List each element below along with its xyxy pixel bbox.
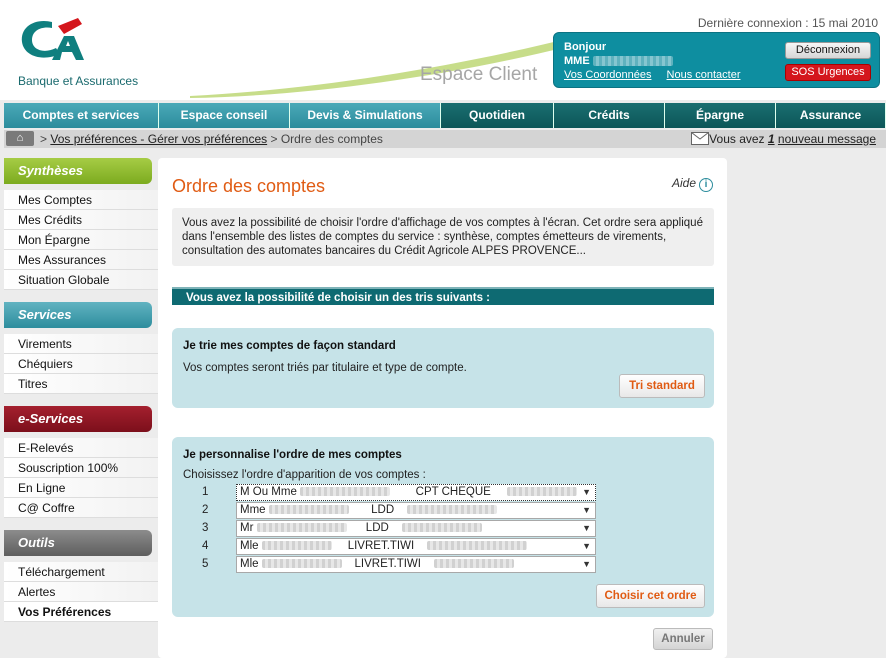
tri-standard-button[interactable]: Tri standard: [619, 374, 705, 398]
main-content: Ordre des comptes Aide i Vous avez la pos…: [158, 158, 727, 658]
sidebar-item-coffre[interactable]: C@ Coffre: [4, 498, 158, 518]
sos-urgences-button[interactable]: SOS Urgences: [785, 64, 871, 81]
sidebar-item-e-releves[interactable]: E-Relevés: [4, 438, 158, 458]
order-row: 3 Mr LDD ▼: [202, 520, 602, 537]
order-row: 1 M Ou Mme CPT CHEQUE ▼: [202, 484, 602, 501]
breadcrumb-link-preferences[interactable]: Vos préférences - Gérer vos préférences: [50, 132, 267, 146]
brand-subtitle: Banque et Assurances: [18, 74, 139, 88]
nav-quotidien[interactable]: Quotidien: [441, 103, 554, 128]
account-select[interactable]: Mle LIVRET.TIWI ▼: [236, 538, 596, 555]
standard-sort-panel: Je trie mes comptes de façon standard Vo…: [172, 328, 714, 408]
chevron-down-icon: ▼: [582, 541, 591, 551]
home-icon[interactable]: ⌂: [6, 131, 34, 146]
sidebar-item-telechargement[interactable]: Téléchargement: [4, 562, 158, 582]
sidebar-head-services[interactable]: Services: [4, 302, 152, 328]
envelope-icon: [691, 132, 709, 145]
sidebar-item-en-ligne[interactable]: En Ligne: [4, 478, 158, 498]
order-row: 5 Mle LIVRET.TIWI ▼: [202, 556, 602, 573]
user-name: MME: [564, 55, 673, 67]
link-nous-contacter[interactable]: Nous contacter: [667, 69, 741, 81]
nav-espace-conseil[interactable]: Espace conseil: [159, 103, 290, 128]
order-row: 2 Mme LDD ▼: [202, 502, 602, 519]
sidebar-item-souscription[interactable]: Souscription 100%: [4, 458, 158, 478]
account-select[interactable]: M Ou Mme CPT CHEQUE ▼: [236, 484, 596, 501]
espace-client-title: Espace Client: [420, 64, 538, 85]
sidebar-item-virements[interactable]: Virements: [4, 334, 158, 354]
nav-comptes-services[interactable]: Comptes et services: [4, 103, 159, 128]
custom-sort-title: Je personnalise l'ordre de mes comptes: [183, 449, 402, 461]
credit-agricole-logo[interactable]: [16, 14, 86, 69]
sidebar-head-syntheses[interactable]: Synthèses: [4, 158, 152, 184]
chevron-down-icon: ▼: [582, 487, 591, 497]
help-link[interactable]: Aide i: [672, 176, 713, 192]
section-band: Vous avez la possibilité de choisir un d…: [172, 287, 714, 305]
custom-sort-label: Choisissez l'ordre d'apparition de vos c…: [183, 469, 426, 481]
custom-sort-panel: Je personnalise l'ordre de mes comptes C…: [172, 437, 714, 617]
account-select[interactable]: Mr LDD ▼: [236, 520, 596, 537]
greeting: Bonjour: [564, 41, 607, 53]
sidebar-item-situation-globale[interactable]: Situation Globale: [4, 270, 158, 290]
link-vos-coordonnees[interactable]: Vos Coordonnées: [564, 69, 651, 81]
standard-sort-text: Vos comptes seront triés par titulaire e…: [183, 362, 467, 374]
chevron-down-icon: ▼: [582, 505, 591, 515]
new-message-notice[interactable]: Vous avez 1 nouveau message: [709, 132, 876, 146]
intro-text: Vous avez la possibilité de choisir l'or…: [172, 208, 714, 266]
sidebar-item-mes-assurances[interactable]: Mes Assurances: [4, 250, 158, 270]
sidebar-head-eservices[interactable]: e-Services: [4, 406, 152, 432]
sidebar-item-mes-credits[interactable]: Mes Crédits: [4, 210, 158, 230]
sidebar-item-mon-epargne[interactable]: Mon Épargne: [4, 230, 158, 250]
header: Banque et Assurances Espace Client Derni…: [0, 0, 886, 100]
breadcrumb: ⌂ > Vos préférences - Gérer vos préféren…: [4, 130, 886, 148]
cancel-button[interactable]: Annuler: [653, 628, 713, 650]
nav-devis-simulations[interactable]: Devis & Simulations: [290, 103, 441, 128]
chevron-down-icon: ▼: [582, 559, 591, 569]
info-icon[interactable]: i: [699, 178, 713, 192]
nav-credits[interactable]: Crédits: [554, 103, 665, 128]
redacted-name: [592, 56, 673, 67]
account-select[interactable]: Mle LIVRET.TIWI ▼: [236, 556, 596, 573]
last-connection: Dernière connexion : 15 mai 2010: [697, 16, 878, 30]
sidebar-item-mes-comptes[interactable]: Mes Comptes: [4, 190, 158, 210]
main-nav: Comptes et services Espace conseil Devis…: [4, 103, 886, 128]
sidebar-item-chequiers[interactable]: Chéquiers: [4, 354, 158, 374]
sidebar: Synthèses Mes Comptes Mes Crédits Mon Ép…: [4, 158, 158, 634]
page-title: Ordre des comptes: [172, 176, 326, 196]
breadcrumb-current: Ordre des comptes: [280, 132, 383, 146]
user-box: Bonjour MME Vos Coordonnées Nous contact…: [553, 32, 880, 88]
sidebar-item-alertes[interactable]: Alertes: [4, 582, 158, 602]
sidebar-head-outils[interactable]: Outils: [4, 530, 152, 556]
chevron-down-icon: ▼: [582, 523, 591, 533]
nav-assurance[interactable]: Assurance: [776, 103, 886, 128]
choisir-ordre-button[interactable]: Choisir cet ordre: [596, 584, 705, 608]
sidebar-item-vos-preferences[interactable]: Vos Préférences: [4, 602, 158, 622]
sidebar-item-titres[interactable]: Titres: [4, 374, 158, 394]
logout-button[interactable]: Déconnexion: [785, 42, 871, 59]
nav-epargne[interactable]: Épargne: [665, 103, 776, 128]
order-row: 4 Mle LIVRET.TIWI ▼: [202, 538, 602, 555]
standard-sort-title: Je trie mes comptes de façon standard: [183, 340, 396, 352]
account-select[interactable]: Mme LDD ▼: [236, 502, 596, 519]
